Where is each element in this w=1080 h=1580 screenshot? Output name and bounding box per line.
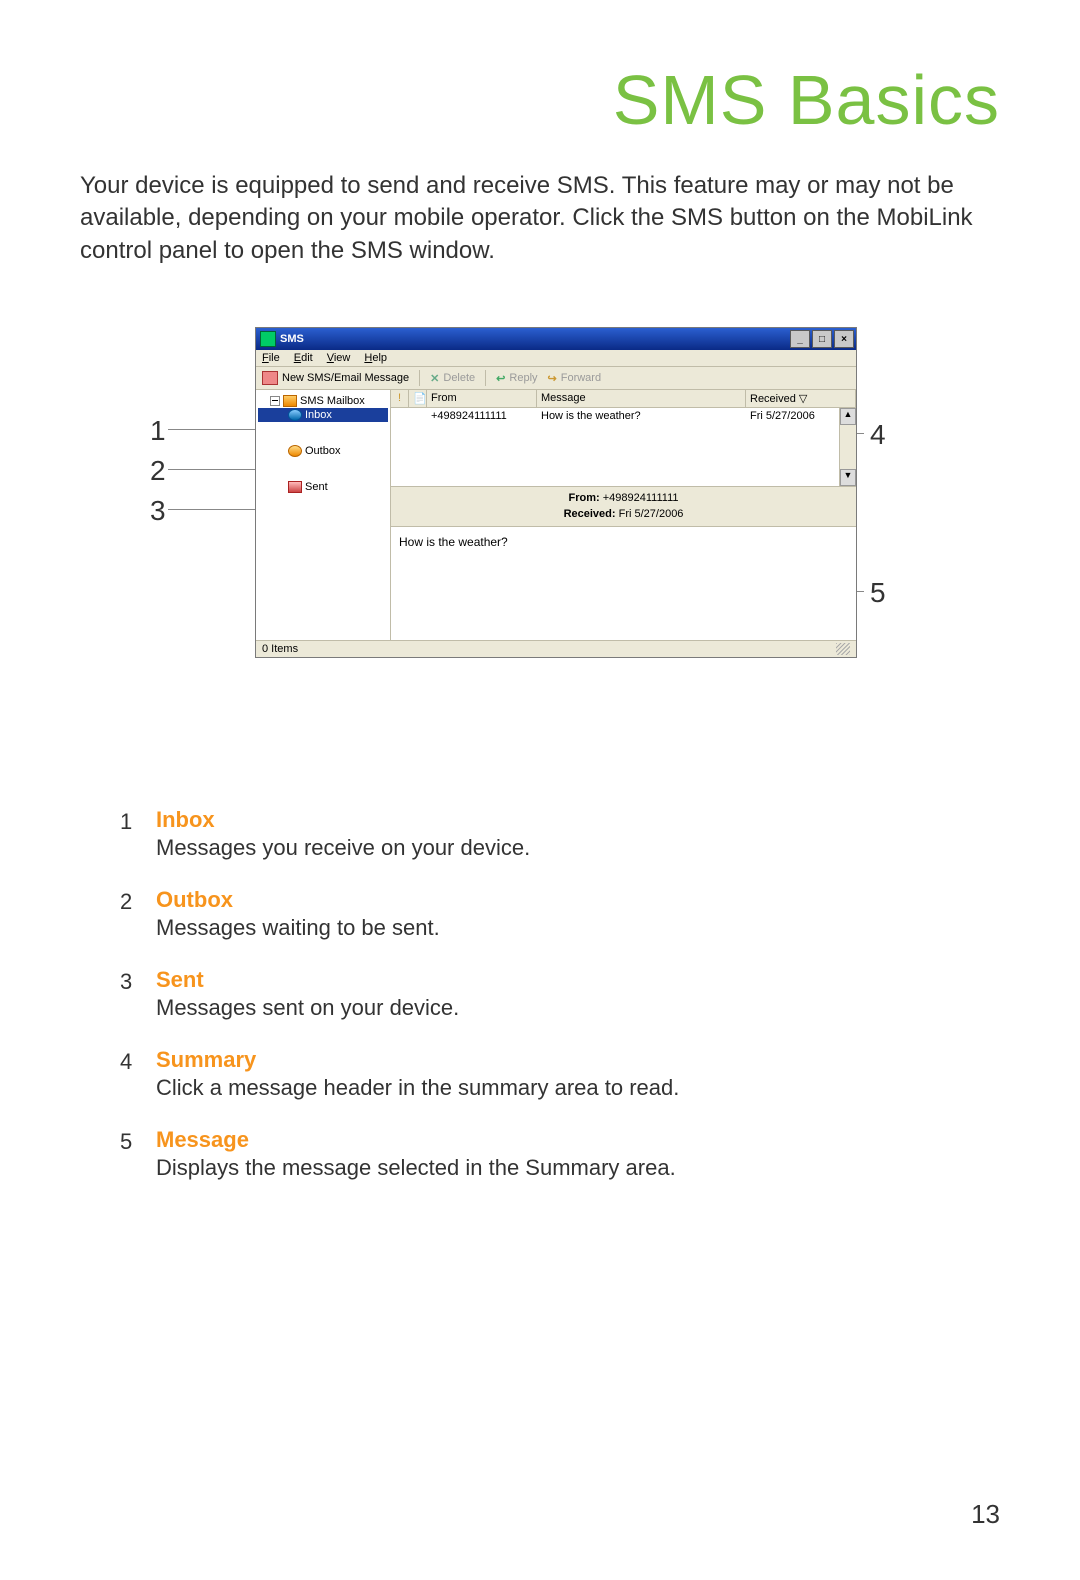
tree-root[interactable]: SMS Mailbox — [258, 394, 388, 408]
toolbar: New SMS/Email Message ✕ Delete ↩ Reply ↪… — [256, 367, 856, 390]
scroll-up[interactable]: ▲ — [840, 408, 856, 425]
minimize-button[interactable]: _ — [790, 330, 810, 348]
preview-body: How is the weather? — [391, 527, 856, 640]
tree-outbox[interactable]: Outbox — [258, 444, 388, 458]
callout-5: 5 — [870, 577, 886, 609]
col-received[interactable]: Received ▽ — [746, 390, 856, 407]
callout-3: 3 — [150, 495, 166, 527]
tree-sent[interactable]: Sent — [258, 480, 388, 494]
collapse-icon[interactable] — [270, 396, 280, 406]
toolbar-separator — [485, 370, 486, 386]
delete-button[interactable]: ✕ Delete — [430, 372, 475, 385]
window-title: SMS — [280, 333, 304, 345]
callout-1: 1 — [150, 415, 166, 447]
legend-desc: Click a message header in the summary ar… — [156, 1075, 1000, 1101]
received-label: Received: — [564, 508, 616, 520]
legend-title: Message — [156, 1127, 1000, 1153]
col-priority[interactable]: ! — [391, 390, 409, 407]
legend-item-4: 4 Summary Click a message header in the … — [120, 1047, 1000, 1101]
legend: 1 Inbox Messages you receive on your dev… — [120, 807, 1000, 1181]
delete-icon: ✕ — [430, 372, 439, 385]
list-header: ! 📄 From Message Received ▽ — [391, 390, 856, 408]
legend-title: Inbox — [156, 807, 1000, 833]
page-number: 13 — [971, 1499, 1000, 1530]
legend-item-2: 2 Outbox Messages waiting to be sent. — [120, 887, 1000, 941]
legend-desc: Messages sent on your device. — [156, 995, 1000, 1021]
menu-help[interactable]: Help — [364, 352, 387, 364]
forward-icon: ↪ — [548, 372, 557, 385]
legend-desc: Messages waiting to be sent. — [156, 915, 1000, 941]
preview-header: From: +498924111111 Received: Fri 5/27/2… — [391, 487, 856, 527]
menubar: File Edit View Help — [256, 350, 856, 367]
inbox-icon — [288, 409, 302, 421]
legend-title: Summary — [156, 1047, 1000, 1073]
legend-item-3: 3 Sent Messages sent on your device. — [120, 967, 1000, 1021]
legend-item-1: 1 Inbox Messages you receive on your dev… — [120, 807, 1000, 861]
reply-button[interactable]: ↩ Reply — [496, 372, 537, 385]
row-message: How is the weather? — [537, 408, 746, 424]
list-row[interactable]: +498924111111 How is the weather? Fri 5/… — [391, 408, 856, 424]
scrollbar[interactable]: ▲ ▼ — [839, 408, 856, 486]
intro-text: Your device is equipped to send and rece… — [80, 170, 1000, 267]
reply-icon: ↩ — [496, 372, 505, 385]
folder-tree: SMS Mailbox Inbox Outbox Sent — [256, 390, 391, 640]
scroll-down[interactable]: ▼ — [840, 469, 856, 486]
legend-title: Outbox — [156, 887, 1000, 913]
menu-view[interactable]: View — [327, 352, 351, 364]
menu-file[interactable]: File — [262, 352, 280, 364]
from-value: +498924111111 — [603, 492, 679, 504]
tree-inbox[interactable]: Inbox — [258, 408, 388, 422]
toolbar-separator — [419, 370, 420, 386]
sent-icon — [288, 481, 302, 493]
status-text: 0 Items — [262, 643, 298, 655]
legend-item-5: 5 Message Displays the message selected … — [120, 1127, 1000, 1181]
legend-desc: Messages you receive on your device. — [156, 835, 1000, 861]
callout-4: 4 — [870, 419, 886, 451]
legend-num: 4 — [120, 1047, 156, 1101]
col-from[interactable]: From — [427, 390, 537, 407]
new-message-button[interactable]: New SMS/Email Message — [262, 371, 409, 385]
legend-num: 3 — [120, 967, 156, 1021]
outbox-icon — [288, 445, 302, 457]
forward-button[interactable]: ↪ Forward — [548, 372, 602, 385]
maximize-button[interactable]: □ — [812, 330, 832, 348]
screenshot-figure: 1 2 3 4 5 SMS _ □ × — [180, 327, 900, 727]
col-attachment[interactable]: 📄 — [409, 390, 427, 407]
resize-grip[interactable] — [836, 643, 850, 655]
legend-desc: Displays the message selected in the Sum… — [156, 1155, 1000, 1181]
app-icon — [260, 331, 276, 347]
row-from: +498924111111 — [427, 408, 537, 424]
new-message-icon — [262, 371, 278, 385]
page-title: SMS Basics — [80, 60, 1000, 140]
mailbox-icon — [283, 395, 297, 407]
received-value: Fri 5/27/2006 — [619, 508, 684, 520]
from-label: From: — [569, 492, 600, 504]
close-button[interactable]: × — [834, 330, 854, 348]
callout-2: 2 — [150, 455, 166, 487]
legend-title: Sent — [156, 967, 1000, 993]
legend-num: 1 — [120, 807, 156, 861]
legend-num: 5 — [120, 1127, 156, 1181]
statusbar: 0 Items — [256, 640, 856, 657]
message-list: +498924111111 How is the weather? Fri 5/… — [391, 408, 856, 487]
titlebar: SMS _ □ × — [256, 328, 856, 350]
legend-num: 2 — [120, 887, 156, 941]
col-message[interactable]: Message — [537, 390, 746, 407]
menu-edit[interactable]: Edit — [294, 352, 313, 364]
sms-window: SMS _ □ × File Edit View Help New SMS/Em… — [255, 327, 857, 658]
